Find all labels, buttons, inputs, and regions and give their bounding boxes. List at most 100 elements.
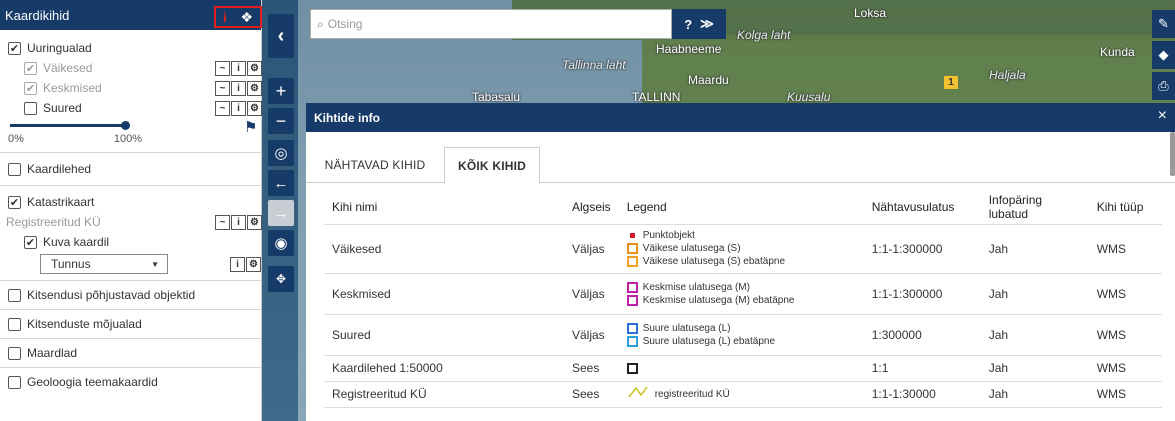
checkbox-kaardilehed[interactable] [8,162,21,176]
layer-group-uuringualad: ✔ Uuringualad ✔ Väikesed ~ i ⚙ ✔ Keskmis… [0,30,262,153]
info-allowed-cell: Jah [980,355,1089,382]
layer-tools: ~ i ⚙ [215,214,262,230]
checkbox-kitsendusi[interactable] [8,288,21,302]
checkbox-vaikesed[interactable]: ✔ [24,61,37,75]
close-icon[interactable]: × [1158,107,1167,125]
col-header: Infopäring lubatud [980,191,1089,225]
layer-label: Uuringualad [27,41,92,55]
measure-icon[interactable]: ✎ [1152,10,1175,38]
layer-row-mojualad[interactable]: Kitsenduste mõjualad [8,314,261,334]
locate-icon[interactable]: ◎ [268,140,294,166]
layer-row-registreeritud[interactable]: Registreeritud KÜ ~ i ⚙ [6,212,262,232]
fullscreen-icon[interactable]: ✥ [268,266,294,292]
legend-label: registreeritud KÜ [654,388,730,400]
info-allowed-cell: Jah [980,314,1089,356]
checkbox-geoloogia[interactable] [8,375,21,389]
dialog-scrollbar[interactable] [1170,132,1175,176]
checkbox-mojualad[interactable] [8,317,21,331]
info-icon[interactable]: i [231,214,246,230]
help-button[interactable]: ? [684,17,692,32]
map-label-kuusalu: Kuusalu [787,90,831,104]
layer-row-uuringualad[interactable]: ✔ Uuringualad [8,38,261,58]
checkbox-keskmised[interactable]: ✔ [24,81,37,95]
zoom-in-button[interactable]: + [268,78,294,104]
dialog-header: Kihtide info × [306,103,1175,132]
layers-icon[interactable]: ❖ [240,9,253,26]
layer-type-cell: WMS [1088,381,1162,408]
visibility-scale-cell: 1:1 [863,355,981,382]
gear-icon[interactable]: ⚙ [247,214,262,230]
layer-label: Katastrikaart [27,195,95,209]
layer-type-cell: WMS [1088,314,1162,356]
col-header: Algseis [564,191,619,225]
checkbox-katastrikaart[interactable]: ✔ [8,195,21,209]
info-icon[interactable]: i [231,100,246,116]
layer-label: Kuva kaardil [43,235,110,249]
back-icon[interactable]: ← [268,170,294,196]
layer-group-kaardilehed: Kaardilehed [0,153,261,186]
col-header: Legend [618,191,864,225]
slider-knob[interactable] [121,121,130,130]
print-icon[interactable]: ⎙ [1152,72,1175,100]
table-row: Väikesed Väljas Punktobjekt Väikese ulatuse… [324,224,1162,274]
compass-icon[interactable]: ◉ [268,230,294,256]
info-icon[interactable]: i [223,10,227,25]
select-value: Tunnus [51,257,91,271]
checkbox-suured[interactable] [24,101,37,115]
info-icon[interactable]: i [230,256,245,272]
expand-search-button[interactable]: ≫ [700,16,714,32]
slider-labels: 0% 100% [8,133,142,145]
layer-row-kuva-kaardil[interactable]: ✔ Kuva kaardil [8,232,261,252]
slider-track [10,124,125,127]
opacity-control: 0% 100% ⚑ [8,118,261,148]
checkbox-uuringualad[interactable]: ✔ [8,41,21,55]
initial-state-cell: Väljas [564,314,619,356]
info-icon[interactable]: i [231,80,246,96]
gear-icon[interactable]: ⚙ [247,100,262,116]
initial-state-cell: Väljas [564,224,619,274]
chart-icon[interactable]: ~ [215,214,230,230]
map-label-tallinna-laht: Tallinna laht [562,58,626,72]
chart-icon[interactable]: ~ [215,100,230,116]
legend-label: Väikese ulatusega (S) ebatäpne [642,256,786,267]
collapse-panel-button[interactable]: ‹ [268,14,294,58]
gear-icon[interactable]: ⚙ [247,60,262,76]
layer-label: Registreeritud KÜ [6,215,101,229]
chart-icon[interactable]: ~ [215,60,230,76]
label-field-select[interactable]: Tunnus ▼ [40,254,168,274]
zoom-out-button[interactable]: − [268,108,294,134]
opacity-slider[interactable] [8,118,130,132]
initial-state-cell: Sees [564,355,619,382]
chart-icon[interactable]: ~ [215,80,230,96]
legend-pin-icon[interactable]: ⚑ [244,118,257,136]
visibility-scale-cell: 1:1-1:300000 [863,273,981,315]
tab-all-layers[interactable]: KÕIK KIHID [444,147,540,184]
layer-label: Väikesed [43,61,93,75]
tab-visible-layers[interactable]: NÄHTAVAD KIHID [306,147,444,183]
layer-row-vaikesed[interactable]: ✔ Väikesed ~ i ⚙ [8,58,262,78]
layer-row-suured[interactable]: Suured ~ i ⚙ [8,98,262,118]
layer-tools: ~ i ⚙ [215,100,262,116]
gear-icon[interactable]: ⚙ [246,256,261,272]
checkbox-kuva-kaardil[interactable]: ✔ [24,235,37,249]
search-input[interactable]: ⌕ Otsing [310,9,672,39]
info-allowed-cell: Jah [980,224,1089,274]
layer-row-keskmised[interactable]: ✔ Keskmised ~ i ⚙ [8,78,262,98]
forward-icon[interactable]: → [268,200,294,226]
layer-row-kaardilehed[interactable]: Kaardilehed [8,159,261,179]
layer-row-kitsendusi[interactable]: Kitsendusi põhjustavad objektid [8,285,261,305]
layer-row-katastrikaart[interactable]: ✔ Katastrikaart [8,192,261,212]
point-symbol-icon [629,233,635,238]
layer-row-maardlad[interactable]: Maardlad [8,343,261,363]
legend-item: Suure ulatusega (L) [626,322,856,335]
layer-group-katastrikaart: ✔ Katastrikaart Registreeritud KÜ ~ i ⚙ … [0,186,262,281]
gear-icon[interactable]: ⚙ [247,80,262,96]
layer-row-geoloogia[interactable]: Geoloogia teemakaardid [8,372,261,392]
info-icon[interactable]: i [231,60,246,76]
layer-type-cell: WMS [1088,355,1162,382]
eraser-icon[interactable]: ◆ [1152,41,1175,69]
legend-label: Keskmise ulatusega (M) ebatäpne [642,294,795,306]
checkbox-maardlad[interactable] [8,346,21,360]
initial-state-cell: Sees [564,381,619,408]
search-tools: ? ≫ [672,9,726,39]
